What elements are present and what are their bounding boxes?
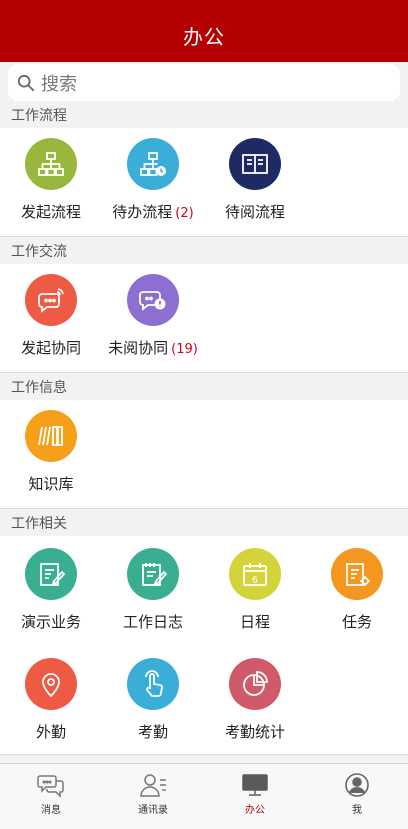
- section-title: 工作流程: [11, 108, 67, 124]
- location-pin-icon: [25, 658, 77, 710]
- section-title: 工作信息: [11, 380, 67, 396]
- page-title: 办公: [183, 25, 225, 49]
- search-bar: 搜索: [0, 62, 408, 102]
- item-label: 待阅流程: [224, 203, 285, 221]
- item-label: 任务: [341, 613, 372, 631]
- tab-label: 消息: [41, 805, 61, 816]
- section-communication: 发起协同 未阅协同 (19): [0, 264, 408, 373]
- schedule-button[interactable]: 6 日程: [204, 548, 306, 632]
- org-chart-icon: [25, 138, 77, 190]
- tab-messages[interactable]: 消息: [0, 764, 102, 829]
- notepad-edit-icon: [127, 548, 179, 600]
- item-label: 日程: [239, 613, 270, 631]
- start-collab-button[interactable]: 发起协同: [0, 274, 102, 358]
- demo-business-button[interactable]: 演示业务: [0, 548, 102, 632]
- note-edit-icon: [25, 548, 77, 600]
- hand-tap-icon: [127, 658, 179, 710]
- section-header-info: 工作信息: [0, 374, 408, 400]
- tab-label: 我: [352, 805, 362, 816]
- task-gear-icon: [331, 548, 383, 600]
- item-label: 待办流程: [112, 203, 173, 221]
- search-input[interactable]: 搜索: [8, 64, 400, 101]
- bottom-tab-bar: 消息 通讯录 办公 我: [0, 763, 408, 829]
- section-workflow: 发起流程 待办流程 (2) 待阅流程: [0, 128, 408, 237]
- item-label: 发起流程: [20, 203, 81, 221]
- tab-label: 办公: [245, 805, 265, 816]
- chat-bubbles-icon: [37, 775, 64, 798]
- section-title: 工作交流: [11, 244, 67, 260]
- pending-count-badge: (2): [175, 206, 194, 221]
- svg-text:6: 6: [252, 576, 258, 586]
- chat-wave-icon: [25, 274, 77, 326]
- tab-office[interactable]: 办公: [204, 764, 306, 829]
- chat-alert-icon: [127, 274, 179, 326]
- section-header-communication: 工作交流: [0, 238, 408, 264]
- item-label: 演示业务: [20, 613, 81, 631]
- section-header-workflow: 工作流程: [0, 102, 408, 128]
- item-label: 知识库: [28, 475, 74, 493]
- item-label: 未阅协同: [108, 339, 169, 357]
- section-info: 知识库: [0, 400, 408, 509]
- item-label: 发起协同: [20, 339, 81, 357]
- contacts-icon: [140, 774, 166, 797]
- item-label: 考勤: [137, 723, 168, 741]
- task-button[interactable]: 任务: [306, 548, 408, 632]
- section-header-related: 工作相关: [0, 510, 408, 536]
- item-label: 工作日志: [122, 613, 183, 631]
- books-icon: [25, 410, 77, 462]
- start-process-button[interactable]: 发起流程: [0, 138, 102, 222]
- section-related: 演示业务 工作日志 6 日程 任务 外勤 考勤 考勤统计: [0, 536, 408, 755]
- monitor-icon: [242, 774, 268, 796]
- unread-count-badge: (19): [171, 342, 198, 357]
- user-circle-icon: [345, 773, 369, 797]
- open-book-icon: [229, 138, 281, 190]
- attendance-button[interactable]: 考勤: [102, 658, 204, 742]
- pie-chart-icon: [229, 658, 281, 710]
- pending-process-button[interactable]: 待办流程 (2): [102, 138, 204, 222]
- section-title: 工作相关: [11, 516, 67, 532]
- tab-me[interactable]: 我: [306, 764, 408, 829]
- unread-collab-button[interactable]: 未阅协同 (19): [102, 274, 204, 358]
- item-label: 外勤: [35, 723, 66, 741]
- knowledge-base-button[interactable]: 知识库: [0, 410, 102, 494]
- search-icon: [17, 74, 35, 91]
- work-log-button[interactable]: 工作日志: [102, 548, 204, 632]
- tab-label: 通讯录: [138, 805, 168, 816]
- org-chart-clock-icon: [127, 138, 179, 190]
- tab-contacts[interactable]: 通讯录: [102, 764, 204, 829]
- to-read-process-button[interactable]: 待阅流程: [204, 138, 306, 222]
- search-placeholder: 搜索: [41, 73, 77, 95]
- calendar-icon: 6: [229, 548, 281, 600]
- field-work-button[interactable]: 外勤: [0, 658, 102, 742]
- nav-header: 办公: [0, 0, 408, 62]
- item-label: 考勤统计: [224, 723, 285, 741]
- attendance-stats-button[interactable]: 考勤统计: [204, 658, 306, 742]
